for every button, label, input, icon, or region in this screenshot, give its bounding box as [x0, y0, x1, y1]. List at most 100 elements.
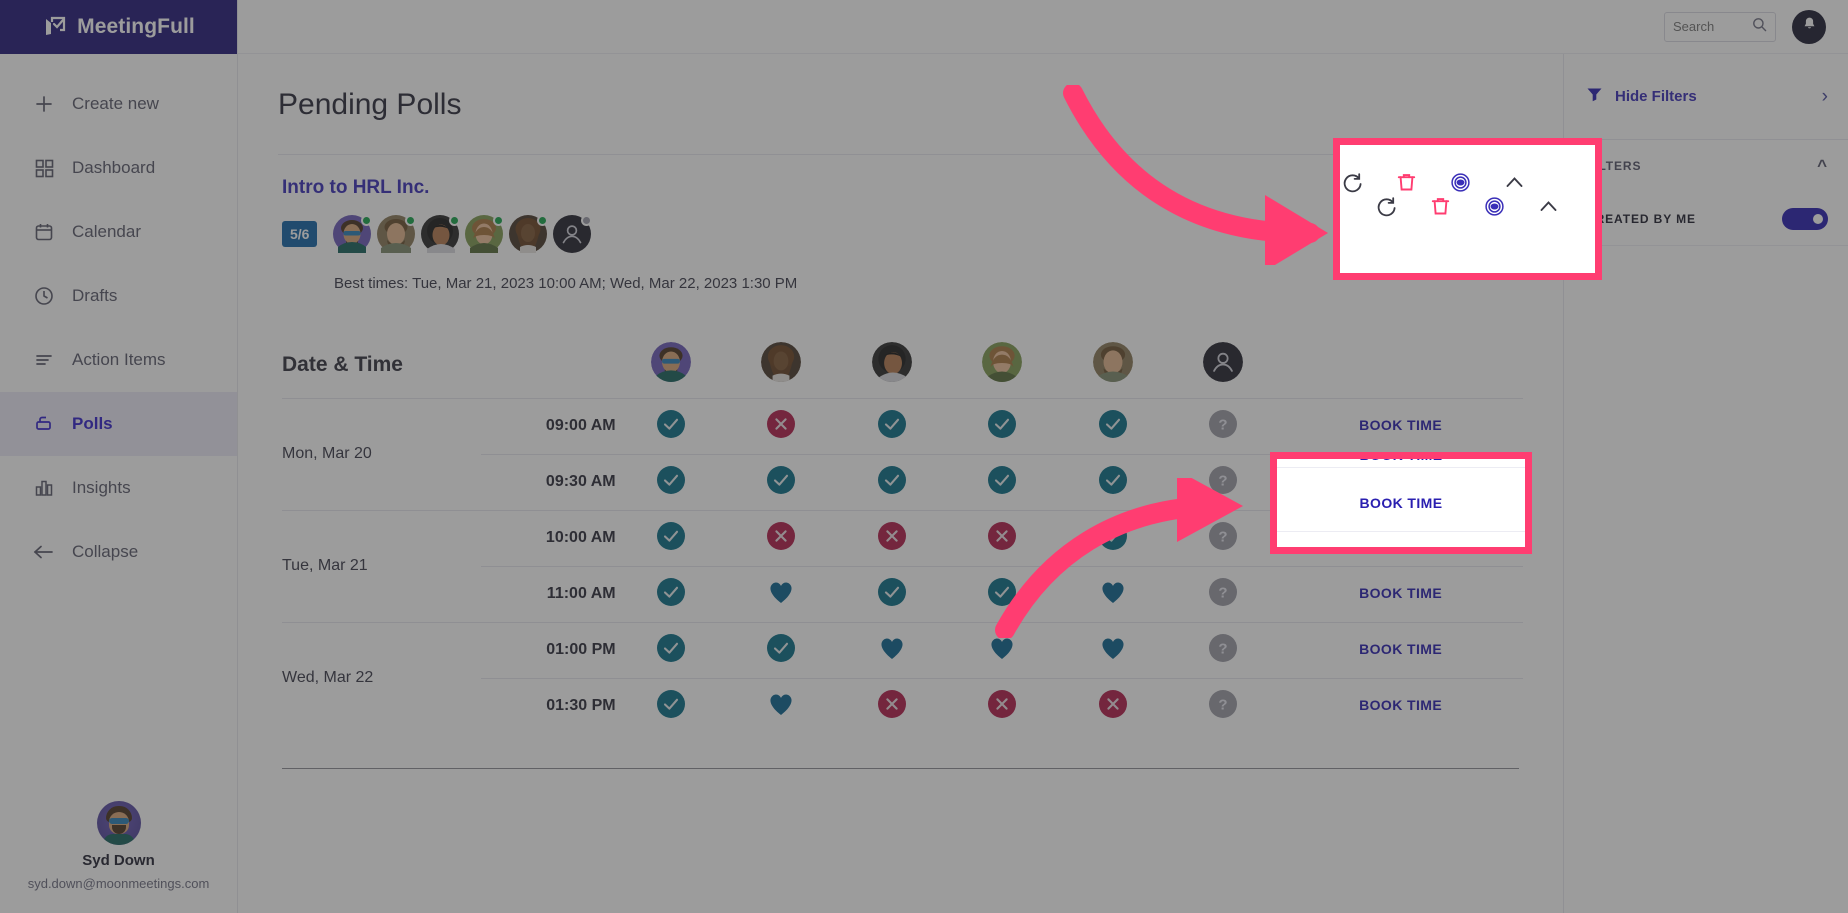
- vote-cell-no-response[interactable]: ?: [1167, 397, 1279, 454]
- sidebar-item-polls[interactable]: Polls: [0, 392, 237, 456]
- trash-icon[interactable]: [1396, 172, 1417, 198]
- sidebar-item-calendar[interactable]: Calendar: [0, 200, 237, 264]
- avatar: [465, 215, 504, 257]
- search-icon[interactable]: [1752, 17, 1767, 37]
- vote-cell-preferred[interactable]: [946, 621, 1058, 678]
- search-input[interactable]: [1673, 19, 1746, 34]
- sidebar-user-block[interactable]: Syd Down syd.down@moonmeetings.com: [0, 801, 237, 913]
- book-time-link[interactable]: BOOK TIME: [1359, 417, 1442, 433]
- day-label: Tue, Mar 21: [282, 509, 482, 622]
- vote-cell-available[interactable]: [836, 397, 947, 454]
- hide-filters-label[interactable]: Hide Filters: [1615, 88, 1697, 105]
- attendee-avatar-6-placeholder[interactable]: [553, 215, 593, 253]
- book-time-link[interactable]: BOOK TIME: [1359, 529, 1442, 545]
- vote-cell-available[interactable]: [946, 453, 1058, 510]
- vote-cell-no-response[interactable]: ?: [1167, 621, 1279, 678]
- notifications-button[interactable]: [1792, 9, 1826, 44]
- attendee-avatar-4[interactable]: [465, 215, 505, 253]
- vote-cell-available[interactable]: [615, 677, 727, 734]
- vote-cell-available[interactable]: [1057, 453, 1168, 510]
- vote-cell-no-response[interactable]: ?: [1167, 453, 1279, 510]
- book-time-cell[interactable]: BOOK TIME: [1278, 565, 1523, 622]
- vote-cell-available[interactable]: [836, 565, 947, 622]
- filters-section-header: FILTERS ^: [1564, 140, 1848, 192]
- filter-created-by-me[interactable]: CREATED BY ME: [1564, 192, 1848, 246]
- time-label: 01:30 PM: [481, 677, 616, 734]
- vote-cell-available[interactable]: [615, 397, 727, 454]
- chevron-right-icon[interactable]: ›: [1822, 86, 1828, 108]
- vote-cell-available[interactable]: [615, 453, 727, 510]
- refresh-icon[interactable]: [1342, 172, 1363, 198]
- attendee-avatar-5[interactable]: [509, 215, 549, 253]
- vote-cell-available[interactable]: [726, 453, 837, 510]
- vote-grid: Date & Time Mon, Mar 20 09:00 AM ? BOOK …: [238, 332, 1563, 734]
- vote-cell-preferred[interactable]: [836, 621, 947, 678]
- vote-cell-unavailable[interactable]: [946, 677, 1058, 734]
- sidebar-item-action-items[interactable]: Action Items: [0, 328, 237, 392]
- vote-cell-unavailable[interactable]: [726, 509, 837, 566]
- avatar: [377, 215, 416, 257]
- eye-icon[interactable]: [1450, 172, 1471, 198]
- chevron-up-icon[interactable]: [1504, 172, 1525, 198]
- avatar: [982, 342, 1023, 383]
- voter-column-3: [836, 332, 946, 398]
- search-box[interactable]: [1664, 11, 1776, 42]
- vote-cell-available[interactable]: [946, 565, 1058, 622]
- list-icon: [32, 348, 56, 372]
- book-time-link[interactable]: BOOK TIME: [1359, 473, 1442, 489]
- bar-chart-icon: [32, 476, 56, 500]
- book-time-cell[interactable]: BOOK TIME: [1278, 621, 1523, 678]
- sidebar-item-dashboard[interactable]: Dashboard: [0, 136, 237, 200]
- sidebar-item-label: Insights: [72, 478, 131, 497]
- vote-cell-unavailable[interactable]: [726, 397, 837, 454]
- attendee-avatar-3[interactable]: [421, 215, 461, 253]
- funnel-icon: [1586, 86, 1603, 108]
- vote-cell-available[interactable]: [615, 565, 727, 622]
- book-time-cell[interactable]: BOOK TIME: [1278, 397, 1523, 454]
- vote-cell-available[interactable]: [726, 621, 837, 678]
- vote-cell-unavailable[interactable]: [1057, 677, 1168, 734]
- vote-cell-no-response[interactable]: ?: [1167, 509, 1279, 566]
- book-time-link[interactable]: BOOK TIME: [1359, 641, 1442, 657]
- sidebar-nav: Create new Dashboard Calendar Drafts Act…: [0, 54, 237, 584]
- vote-cell-available[interactable]: [615, 621, 727, 678]
- vote-cell-unavailable[interactable]: [946, 509, 1058, 566]
- plus-icon: [32, 92, 56, 116]
- sidebar-item-insights[interactable]: Insights: [0, 456, 237, 520]
- sidebar-item-collapse[interactable]: Collapse: [0, 520, 237, 584]
- svg-text:?: ?: [1218, 472, 1227, 489]
- brand-logo-bar[interactable]: MeetingFull: [0, 0, 237, 54]
- vote-cell-unavailable[interactable]: [836, 509, 947, 566]
- vote-cell-preferred[interactable]: [1057, 621, 1168, 678]
- sidebar-item-create-new[interactable]: Create new: [0, 72, 237, 136]
- vote-cell-available[interactable]: [1057, 509, 1168, 566]
- avatar: [871, 342, 912, 383]
- book-time-link[interactable]: BOOK TIME: [1359, 585, 1442, 601]
- chevron-up-icon[interactable]: ^: [1817, 156, 1828, 176]
- vote-cell-unavailable[interactable]: [836, 677, 947, 734]
- svg-text:?: ?: [1218, 416, 1227, 433]
- vote-cell-preferred[interactable]: [726, 677, 837, 734]
- vote-cell-available[interactable]: [946, 397, 1058, 454]
- vote-cell-available[interactable]: [615, 509, 727, 566]
- time-label: 09:30 AM: [481, 453, 616, 510]
- book-time-cell[interactable]: BOOK TIME: [1278, 453, 1523, 510]
- attendee-avatar-1[interactable]: [333, 215, 373, 253]
- book-time-cell[interactable]: BOOK TIME: [1278, 677, 1523, 734]
- vote-cell-no-response[interactable]: ?: [1167, 565, 1279, 622]
- poll-card: Intro to HRL Inc. 5/6 Best times: Tue, M…: [238, 155, 1563, 769]
- created-by-me-toggle[interactable]: [1782, 207, 1828, 230]
- vote-cell-available[interactable]: [836, 453, 947, 510]
- meetingfull-logo-icon: [42, 14, 68, 40]
- vote-cell-available[interactable]: [1057, 397, 1168, 454]
- sidebar-item-drafts[interactable]: Drafts: [0, 264, 237, 328]
- book-time-cell[interactable]: BOOK TIME: [1278, 509, 1523, 566]
- vote-cell-no-response[interactable]: ?: [1167, 677, 1279, 734]
- hide-filters-row[interactable]: Hide Filters ›: [1564, 54, 1848, 140]
- book-time-link[interactable]: BOOK TIME: [1359, 697, 1442, 713]
- avatar: [421, 215, 460, 257]
- vote-cell-preferred[interactable]: [1057, 565, 1168, 622]
- vote-cell-preferred[interactable]: [726, 565, 837, 622]
- app-window: MeetingFull Create new Dashboard Calenda…: [0, 0, 1848, 913]
- attendee-avatar-2[interactable]: [377, 215, 417, 253]
